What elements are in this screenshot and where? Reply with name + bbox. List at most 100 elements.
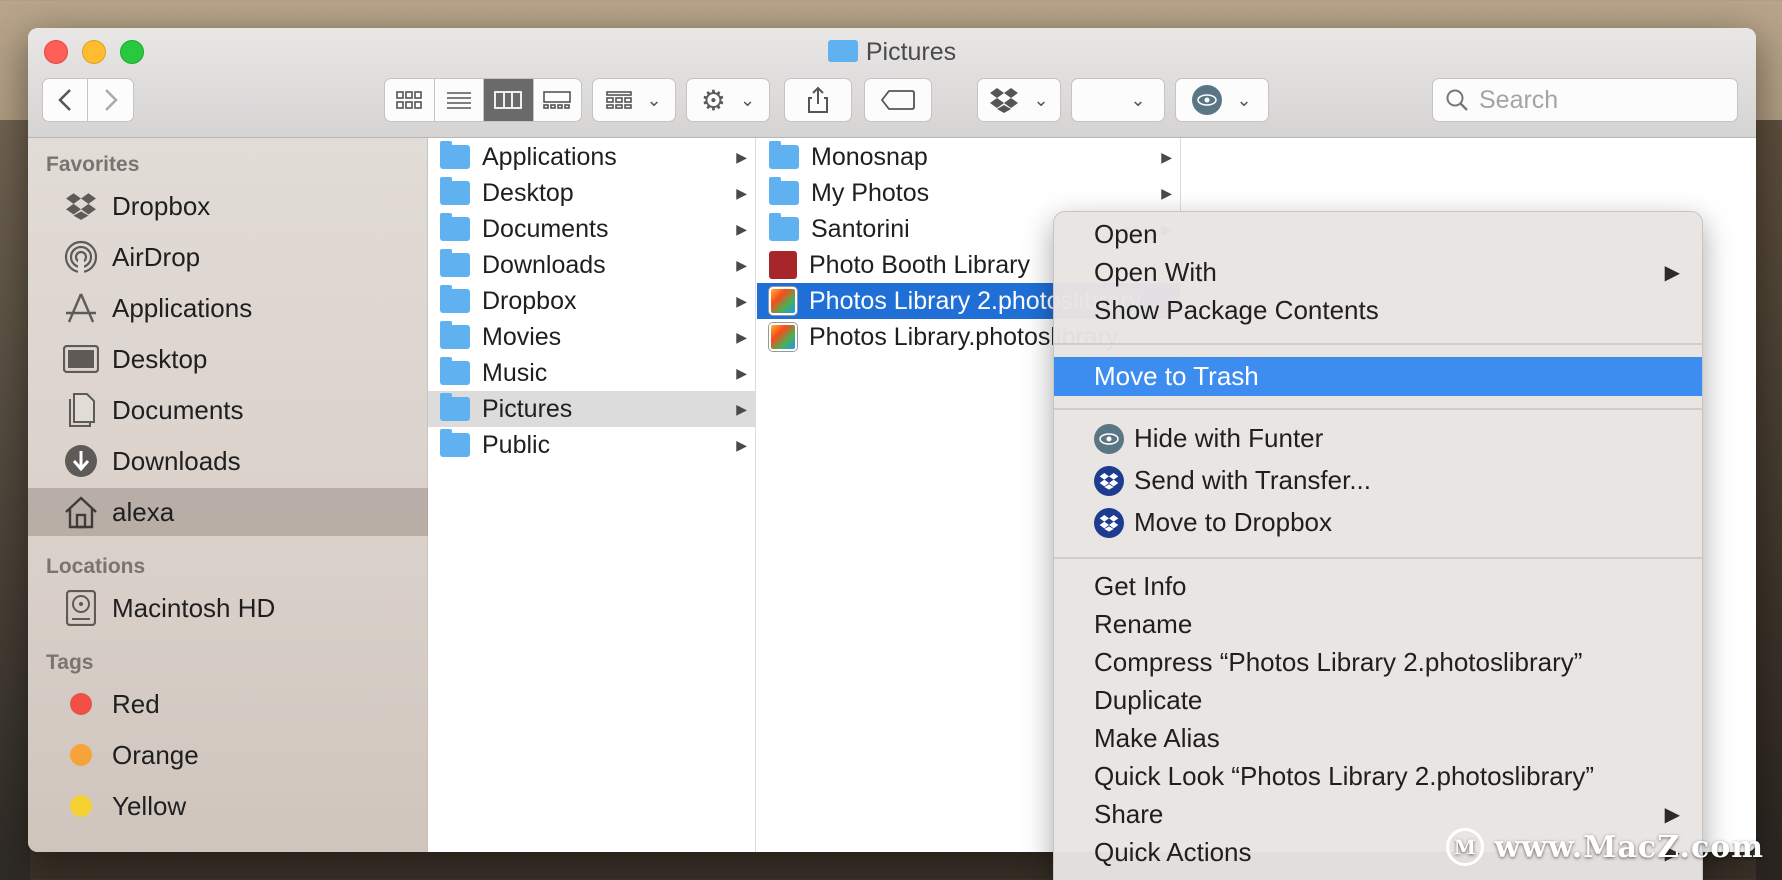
menu-item-open-with[interactable]: Open With ▶ (1054, 254, 1702, 291)
column-item-my-photos[interactable]: My Photos ▶ (757, 175, 1180, 211)
watermark: M www.MacZ.com (1446, 828, 1764, 866)
context-menu: Open Open With ▶ Show Package Contents Mo… (1053, 211, 1703, 880)
gallery-view-button[interactable] (534, 79, 582, 121)
menu-item-quick-look[interactable]: Quick Look “Photos Library 2.photoslibra… (1054, 758, 1702, 795)
sidebar-item-airdrop[interactable]: AirDrop (28, 233, 428, 281)
window-title: Pictures (28, 38, 1756, 67)
column-view-button[interactable] (484, 79, 534, 121)
disclosure-arrow-icon: ▶ (736, 436, 747, 453)
column-item-desktop[interactable]: Desktop ▶ (428, 175, 755, 211)
sidebar-header-favorites: Favorites (46, 153, 140, 176)
disclosure-arrow-icon: ▶ (1161, 148, 1172, 165)
column-item-dropbox[interactable]: Dropbox ▶ (428, 283, 755, 319)
item-label: Music (482, 358, 548, 387)
menu-item-duplicate[interactable]: Duplicate (1054, 682, 1702, 719)
list-view-button[interactable] (435, 79, 484, 121)
sidebar-item-applications[interactable]: Applications (28, 284, 428, 332)
column-item-downloads[interactable]: Downloads ▶ (428, 247, 755, 283)
downloads-icon (62, 444, 100, 478)
menu-item-label: Move to Dropbox (1134, 507, 1332, 537)
sidebar-item-label: alexa (112, 496, 175, 527)
photo-booth-icon (769, 251, 797, 279)
gear-icon: ⚙ (700, 84, 726, 116)
group-button[interactable]: ⌄ (592, 78, 676, 122)
column-item-applications[interactable]: Applications ▶ (428, 139, 755, 175)
folder-icon (440, 285, 470, 313)
column-item-monosnap[interactable]: Monosnap ▶ (757, 139, 1180, 175)
sidebar-tag-red[interactable]: Red (28, 680, 428, 728)
disclosure-arrow-icon: ▶ (736, 256, 747, 273)
sidebar-item-label: Applications (112, 292, 253, 323)
disclosure-arrow-icon: ▶ (736, 328, 747, 345)
sidebar-item-label: AirDrop (112, 241, 201, 272)
macz-logo-icon: M (1446, 828, 1485, 866)
forward-button[interactable] (88, 79, 133, 121)
menu-item-label: Show Package Contents (1094, 295, 1379, 325)
funter-toolbar-button[interactable]: ⌄ (1175, 78, 1269, 122)
sidebar-item-desktop[interactable]: Desktop (28, 335, 428, 383)
menu-item-get-info[interactable]: Get Info (1054, 568, 1702, 605)
action-button[interactable]: ⚙ ⌄ (686, 78, 770, 122)
sidebar: Favorites Dropbox AirDrop Applications D… (28, 138, 428, 852)
column-item-pictures[interactable]: Pictures ▶ (428, 391, 755, 427)
funter-icon (1094, 423, 1124, 454)
sidebar-item-downloads[interactable]: Downloads (28, 437, 428, 485)
menu-item-label: Open With (1094, 257, 1217, 287)
menu-item-label: Make Alias (1094, 723, 1220, 753)
item-label: Monosnap (811, 142, 928, 171)
sidebar-item-label: Macintosh HD (112, 592, 276, 623)
menu-item-compress[interactable]: Compress “Photos Library 2.photoslibrary… (1054, 644, 1702, 681)
item-label: Desktop (482, 178, 574, 207)
sidebar-item-macintosh-hd[interactable]: Macintosh HD (28, 584, 428, 632)
sidebar-item-label: Dropbox (112, 190, 211, 221)
folder-icon (769, 177, 799, 205)
share-button[interactable] (784, 78, 852, 122)
dropbox-toolbar-button[interactable]: ⌄ (977, 78, 1061, 122)
menu-item-open[interactable]: Open (1054, 216, 1702, 253)
watermark-text: www.MacZ.com (1494, 829, 1764, 865)
sidebar-item-documents[interactable]: Documents (28, 386, 428, 434)
chevron-down-icon: ⌄ (646, 89, 662, 110)
column-item-music[interactable]: Music ▶ (428, 355, 755, 391)
pictures-folder-icon (827, 40, 858, 62)
menu-item-move-to-dropbox[interactable]: Move to Dropbox (1054, 504, 1702, 541)
sidebar-tag-yellow[interactable]: Yellow (28, 782, 428, 830)
folder-icon (440, 393, 470, 421)
view-switcher (384, 78, 582, 122)
menu-item-show-package-contents[interactable]: Show Package Contents (1054, 292, 1702, 329)
menu-item-label: Send with Transfer... (1134, 465, 1372, 495)
desktop-background-right (1756, 120, 1782, 880)
menu-item-move-to-trash[interactable]: Move to Trash (1054, 357, 1702, 396)
column-item-public[interactable]: Public ▶ (428, 427, 755, 463)
menu-item-label: Share (1094, 799, 1164, 829)
menu-item-rename[interactable]: Rename (1054, 606, 1702, 643)
funter-icon (1192, 85, 1223, 115)
sidebar-item-alexa[interactable]: alexa (28, 488, 428, 536)
folder-icon (440, 321, 470, 349)
window-title-text: Pictures (865, 38, 957, 66)
disclosure-arrow-icon: ▶ (736, 364, 747, 381)
menu-item-send-with-transfer[interactable]: Send with Transfer... (1054, 462, 1702, 499)
sidebar-item-dropbox[interactable]: Dropbox (28, 182, 428, 230)
folder-icon (440, 177, 470, 205)
disclosure-arrow-icon: ▶ (1161, 184, 1172, 201)
sidebar-item-label: Yellow (112, 790, 187, 821)
folder-icon (440, 249, 470, 277)
photos-library-icon (769, 323, 797, 351)
column-item-movies[interactable]: Movies ▶ (428, 319, 755, 355)
icon-view-icon (396, 91, 423, 109)
search-field[interactable] (1432, 78, 1738, 122)
tag-button[interactable] (864, 78, 932, 122)
search-input[interactable] (1479, 85, 1719, 115)
share-icon (808, 86, 828, 113)
menu-item-make-alias[interactable]: Make Alias (1054, 720, 1702, 757)
chevron-down-icon: ⌄ (1033, 89, 1049, 110)
menu-item-label: Hide with Funter (1134, 423, 1324, 453)
extension-dropdown-button[interactable]: ⌄ (1071, 78, 1165, 122)
column-item-documents[interactable]: Documents ▶ (428, 211, 755, 247)
icon-view-button[interactable] (385, 79, 435, 121)
menu-item-label: Rename (1094, 609, 1193, 639)
sidebar-tag-orange[interactable]: Orange (28, 731, 428, 779)
menu-item-hide-with-funter[interactable]: Hide with Funter (1054, 420, 1702, 457)
back-button[interactable] (43, 79, 89, 121)
